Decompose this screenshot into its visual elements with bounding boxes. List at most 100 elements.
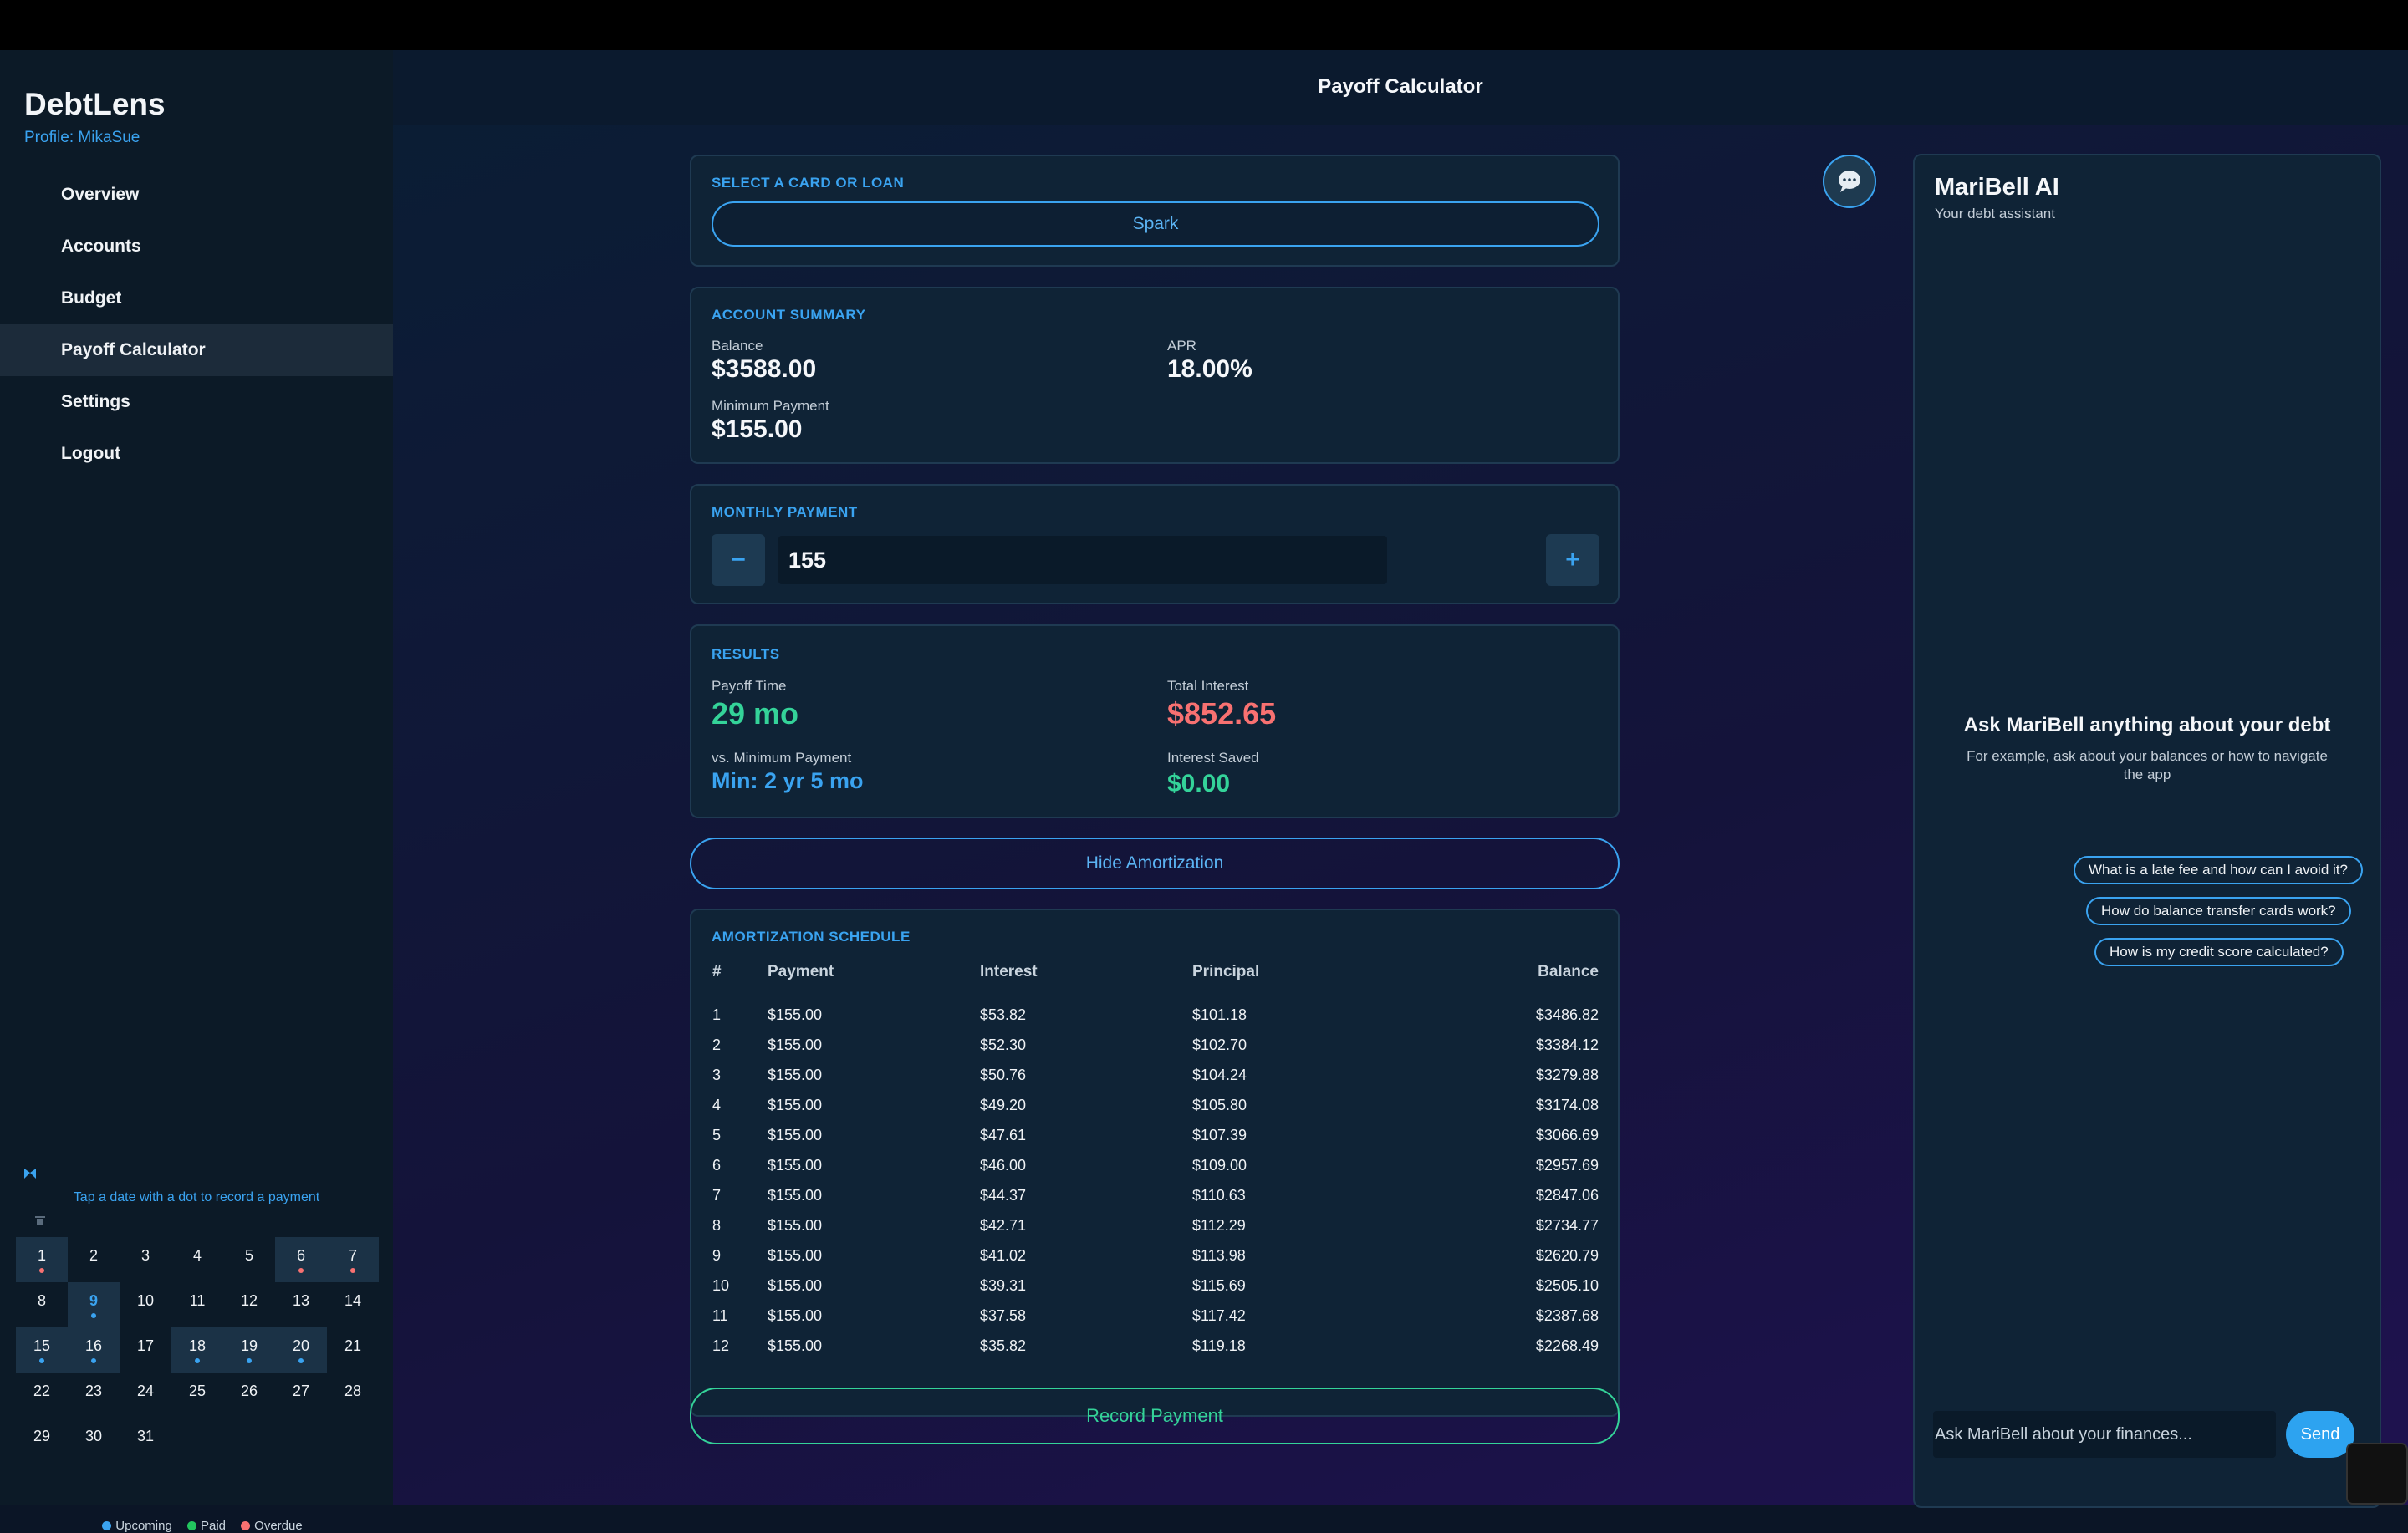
- calendar-day[interactable]: 4: [171, 1237, 223, 1282]
- calendar-day[interactable]: 7: [327, 1237, 379, 1282]
- calendar-day[interactable]: 9: [68, 1282, 120, 1327]
- calendar-day[interactable]: 17: [120, 1327, 171, 1373]
- sidebar-item-accounts[interactable]: Accounts: [0, 221, 393, 272]
- calendar-day[interactable]: 11: [171, 1282, 223, 1327]
- upcoming-dot-icon: [102, 1521, 112, 1530]
- calendar-day[interactable]: 23: [68, 1373, 120, 1418]
- calendar-day[interactable]: 2: [68, 1237, 120, 1282]
- calendar-day[interactable]: 15: [16, 1327, 68, 1373]
- legend-upcoming: Upcoming: [115, 1519, 172, 1533]
- calendar-day[interactable]: 27: [275, 1373, 327, 1418]
- suggestion-chip-balance-transfer[interactable]: How do balance transfer cards work?: [2086, 897, 2351, 925]
- send-button[interactable]: Send: [2286, 1411, 2354, 1458]
- table-row: 6 $155.00 $46.00 $109.00 $2957.69: [712, 1150, 1599, 1180]
- sidebar-item-logout[interactable]: Logout: [0, 428, 393, 480]
- row-principal: $107.39: [1192, 1126, 1247, 1143]
- row-number: 1: [712, 1006, 722, 1023]
- account-summary-label: ACCOUNT SUMMARY: [712, 307, 866, 323]
- ai-chat-input[interactable]: [1933, 1411, 2276, 1458]
- calendar-day[interactable]: 25: [171, 1373, 223, 1418]
- calendar-day-number: 13: [292, 1292, 310, 1309]
- record-payment-button[interactable]: Record Payment: [690, 1388, 1620, 1444]
- row-balance: $2734.77: [1535, 1216, 1599, 1234]
- row-payment: $155.00: [768, 1337, 823, 1352]
- table-row: 9 $155.00 $41.02 $113.98 $2620.79: [712, 1240, 1599, 1271]
- row-number: 7: [712, 1186, 722, 1204]
- calendar-day[interactable]: 6: [275, 1237, 327, 1282]
- calendar-day[interactable]: 24: [120, 1373, 171, 1418]
- profile-label[interactable]: Profile: MikaSue: [24, 129, 140, 147]
- table-row: 3 $155.00 $50.76 $104.24 $3279.88: [712, 1060, 1599, 1090]
- calendar-day[interactable]: 14: [327, 1282, 379, 1327]
- calendar-day[interactable]: 18: [171, 1327, 223, 1373]
- calendar-day[interactable]: 29: [16, 1418, 68, 1463]
- calendar-day[interactable]: 10: [120, 1282, 171, 1327]
- upcoming-dot-icon: [195, 1358, 200, 1363]
- calendar-day[interactable]: 28: [327, 1373, 379, 1418]
- calendar-day[interactable]: 8: [16, 1282, 68, 1327]
- minimum-payment-value: $155.00: [712, 415, 803, 443]
- calendar-day[interactable]: 31: [120, 1418, 171, 1463]
- calendar-day[interactable]: 3: [120, 1237, 171, 1282]
- row-payment: $155.00: [768, 1096, 823, 1113]
- suggestion-chip-late-fee[interactable]: What is a late fee and how can I avoid i…: [2074, 856, 2363, 884]
- row-payment: $155.00: [768, 1186, 823, 1204]
- results-label: RESULTS: [712, 646, 780, 662]
- calendar-day[interactable]: 19: [223, 1327, 275, 1373]
- calendar-day-number: 5: [244, 1247, 253, 1264]
- calendar-day[interactable]: 22: [16, 1373, 68, 1418]
- column-header-payment: Payment: [767, 954, 979, 991]
- hide-amortization-button[interactable]: Hide Amortization: [690, 838, 1620, 889]
- row-balance: $2387.68: [1535, 1306, 1599, 1324]
- upcoming-dot-icon: [39, 1358, 44, 1363]
- sidebar-item-overview[interactable]: Overview: [0, 169, 393, 221]
- calendar-day-number: 26: [240, 1383, 258, 1399]
- sidebar-item-settings[interactable]: Settings: [0, 376, 393, 428]
- calendar-day[interactable]: 26: [223, 1373, 275, 1418]
- card-select[interactable]: Spark: [712, 201, 1599, 247]
- row-principal: $110.63: [1192, 1186, 1246, 1204]
- corner-widget: [2346, 1443, 2408, 1505]
- sidebar-item-payoff-calculator[interactable]: Payoff Calculator: [0, 324, 393, 376]
- increase-payment-button[interactable]: +: [1546, 534, 1599, 586]
- row-number: 11: [712, 1306, 728, 1324]
- row-principal: $102.70: [1192, 1036, 1247, 1053]
- suggestion-chip-credit-score[interactable]: How is my credit score calculated?: [2094, 938, 2344, 966]
- calendar-day[interactable]: 1: [16, 1237, 68, 1282]
- ai-prompt-title: Ask MariBell anything about your debt: [1963, 714, 2331, 736]
- calendar-day[interactable]: 30: [68, 1418, 120, 1463]
- monthly-payment-input[interactable]: [778, 536, 1387, 584]
- calendar-day[interactable]: 5: [223, 1237, 275, 1282]
- calendar-day-number: 8: [37, 1292, 46, 1309]
- calendar-day[interactable]: 21: [327, 1327, 379, 1373]
- apr-label: APR: [1167, 338, 1196, 354]
- trash-icon[interactable]: [34, 1215, 46, 1226]
- row-payment: $155.00: [768, 1066, 823, 1083]
- calendar-day[interactable]: 20: [275, 1327, 327, 1373]
- table-row: 10 $155.00 $39.31 $115.69 $2505.10: [712, 1271, 1599, 1301]
- row-principal: $101.18: [1192, 1006, 1247, 1023]
- amortization-scroll[interactable]: # Payment Interest Principal Balance 1 $1…: [691, 910, 1618, 1352]
- sidebar-item-budget[interactable]: Budget: [0, 272, 393, 324]
- calendar-day-number: 20: [292, 1337, 310, 1354]
- row-interest: $46.00: [980, 1156, 1027, 1174]
- chat-toggle-button[interactable]: [1823, 155, 1876, 208]
- row-principal: $119.18: [1192, 1337, 1246, 1352]
- calendar-day[interactable]: 12: [223, 1282, 275, 1327]
- column-header-balance: Balance: [1404, 954, 1599, 991]
- row-payment: $155.00: [768, 1006, 823, 1023]
- decrease-payment-button[interactable]: −: [712, 534, 765, 586]
- sidebar: DebtLens Profile: MikaSue Overview Accou…: [0, 50, 393, 1533]
- calendar-day-number: 31: [136, 1428, 155, 1444]
- legend-overdue: Overdue: [254, 1519, 303, 1533]
- row-payment: $155.00: [768, 1276, 823, 1294]
- calendar-day-number: 30: [84, 1428, 103, 1444]
- calendar-day-number: 10: [136, 1292, 155, 1309]
- vs-minimum-value: Min: 2 yr 5 mo: [712, 768, 864, 793]
- table-row: 12 $155.00 $35.82 $119.18 $2268.49: [712, 1331, 1599, 1352]
- calendar-day[interactable]: 16: [68, 1327, 120, 1373]
- calendar-day[interactable]: 13: [275, 1282, 327, 1327]
- calendar-day-number: 14: [344, 1292, 362, 1309]
- calendar-day-number: 12: [240, 1292, 258, 1309]
- column-header-interest: Interest: [979, 954, 1191, 991]
